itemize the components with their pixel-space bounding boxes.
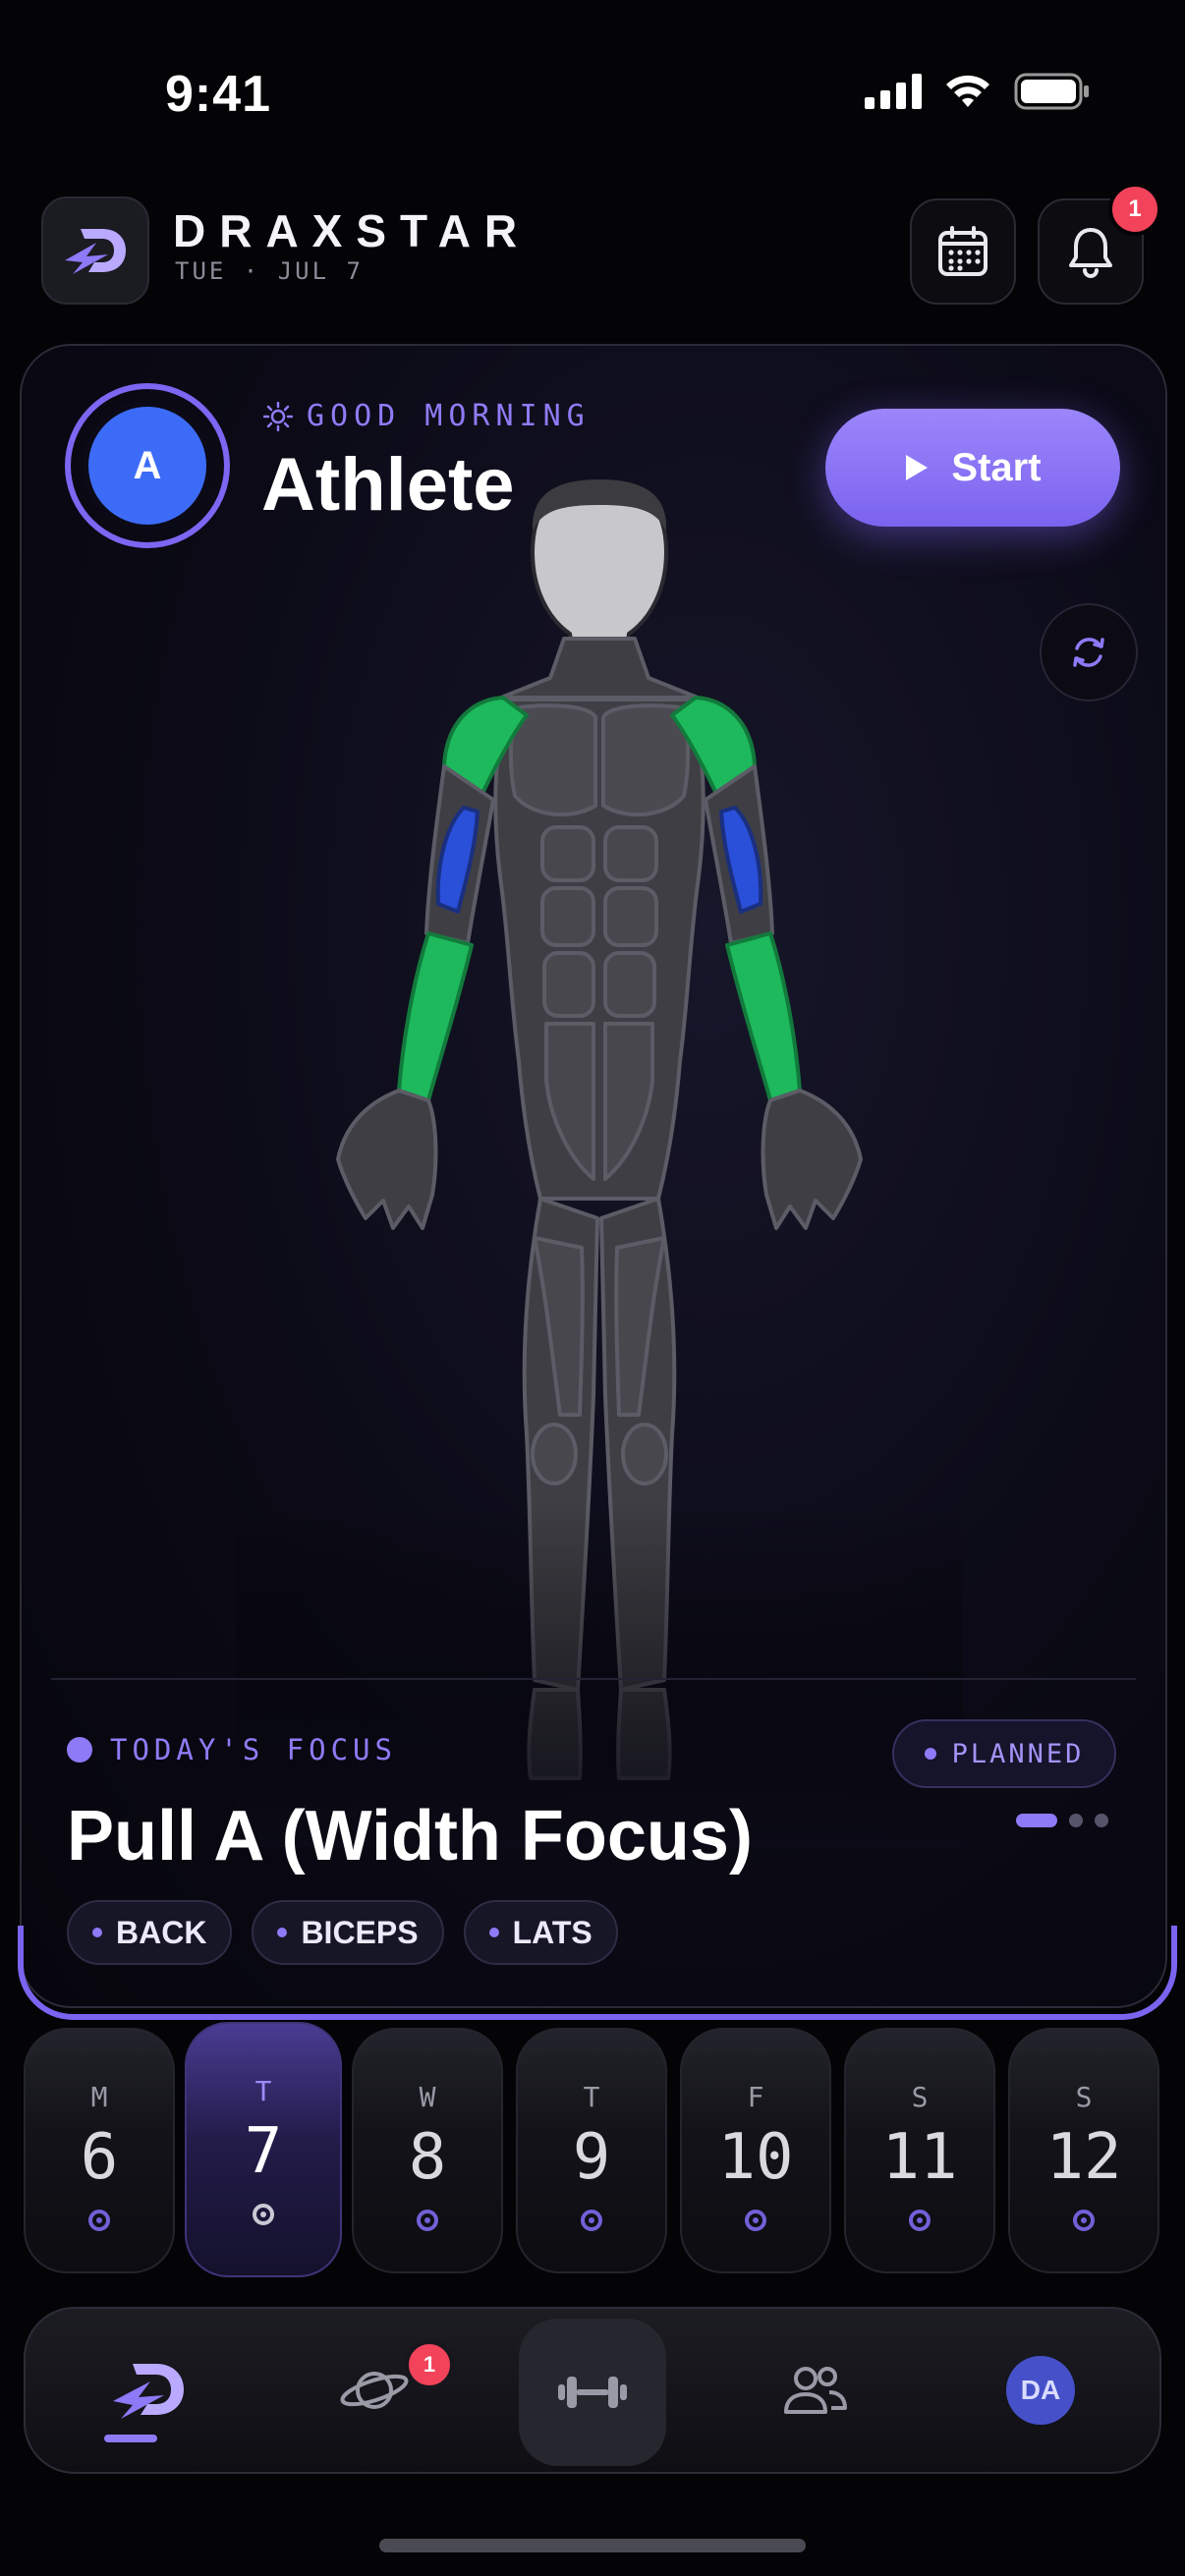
greeting: GOOD MORNING [263, 399, 591, 433]
battery-icon [1014, 73, 1089, 110]
card-accent-border [18, 1926, 1177, 2020]
day-number: 6 [80, 2121, 119, 2194]
draxstar-logo-icon [65, 229, 126, 274]
explore-badge: 1 [405, 2340, 454, 2389]
pager-dot[interactable] [1095, 1814, 1108, 1827]
tab-community[interactable] [731, 2309, 898, 2472]
todays-focus-label: TODAY'S FOCUS [67, 1733, 397, 1766]
planned-dot-icon [253, 2204, 274, 2225]
dumbbell-icon [558, 2377, 627, 2408]
sun-icon [263, 401, 293, 431]
wifi-icon [946, 75, 989, 107]
day-cell-thu[interactable]: T 9 [516, 2028, 667, 2273]
active-tab-indicator [104, 2435, 157, 2442]
play-icon [906, 455, 929, 480]
tab-workout[interactable] [519, 2319, 666, 2466]
app-logo[interactable] [41, 196, 149, 305]
planned-dot-icon [1073, 2210, 1095, 2231]
focus-dot-icon [67, 1737, 92, 1763]
planned-dot-icon [745, 2210, 766, 2231]
focus-label-text: TODAY'S FOCUS [110, 1733, 397, 1766]
planned-dot-icon [417, 2210, 438, 2231]
day-letter: W [419, 2081, 436, 2113]
day-cell-sun[interactable]: S 12 [1008, 2028, 1159, 2273]
day-cell-fri[interactable]: F 10 [680, 2028, 831, 2273]
brand-name: DRAXSTAR [173, 205, 532, 256]
pager-dot[interactable] [1069, 1814, 1083, 1827]
muscle-map-figure [236, 472, 963, 1847]
day-letter: M [90, 2081, 108, 2113]
day-number: 11 [881, 2121, 958, 2194]
week-day-picker: M 6 T 7 W 8 T 9 F 10 S 11 S 12 [24, 2022, 1161, 2277]
user-avatar[interactable]: A [65, 383, 230, 548]
start-workout-button[interactable]: Start [825, 409, 1120, 527]
day-number: 7 [244, 2115, 283, 2188]
day-letter: T [583, 2081, 600, 2113]
day-cell-sat[interactable]: S 11 [844, 2028, 995, 2273]
user-name: Athlete [261, 443, 515, 527]
day-cell-wed[interactable]: W 8 [352, 2028, 503, 2273]
planned-dot-icon [909, 2210, 931, 2231]
day-letter: S [911, 2081, 929, 2113]
tab-explore[interactable] [291, 2309, 458, 2472]
status-chip-text: PLANNED [951, 1738, 1085, 1769]
planned-status-chip: PLANNED [892, 1719, 1116, 1788]
profile-avatar: DA [1006, 2356, 1075, 2425]
day-cell-mon[interactable]: M 6 [24, 2028, 175, 2273]
day-number: 9 [572, 2121, 611, 2194]
day-letter: F [747, 2081, 764, 2113]
greeting-text: GOOD MORNING [307, 399, 591, 433]
avatar-initial: A [83, 401, 212, 531]
home-indicator[interactable] [379, 2539, 806, 2552]
day-letter: T [254, 2075, 272, 2107]
status-dot-icon [924, 1748, 936, 1760]
people-icon [784, 2367, 847, 2414]
status-icons [865, 73, 1091, 110]
tab-bar: 1 DA [24, 2307, 1161, 2474]
planned-dot-icon [88, 2210, 110, 2231]
status-time: 9:41 [165, 66, 272, 123]
header-date: TUE · JUL 7 [175, 257, 364, 285]
card-divider [51, 1678, 1136, 1680]
day-cell-tue-selected[interactable]: T 7 [185, 2022, 342, 2277]
swap-workout-button[interactable] [1040, 603, 1138, 701]
notification-badge: 1 [1108, 183, 1161, 236]
start-label: Start [951, 445, 1042, 489]
tab-profile[interactable]: DA [957, 2309, 1124, 2472]
day-number: 12 [1045, 2121, 1122, 2194]
calendar-button[interactable] [910, 198, 1016, 305]
signal-icon [865, 74, 922, 109]
pager-dot-active[interactable] [1016, 1814, 1057, 1827]
day-letter: S [1075, 2081, 1093, 2113]
day-number: 10 [717, 2121, 794, 2194]
card-pager[interactable] [1016, 1814, 1108, 1827]
planet-icon [340, 2372, 409, 2409]
day-number: 8 [408, 2121, 447, 2194]
planned-dot-icon [581, 2210, 602, 2231]
home-bolt-icon [113, 2364, 184, 2419]
bell-icon [1069, 228, 1112, 278]
tab-home[interactable] [65, 2309, 232, 2472]
refresh-icon [1073, 638, 1104, 667]
calendar-icon [938, 226, 988, 276]
workout-title: Pull A (Width Focus) [67, 1797, 753, 1876]
